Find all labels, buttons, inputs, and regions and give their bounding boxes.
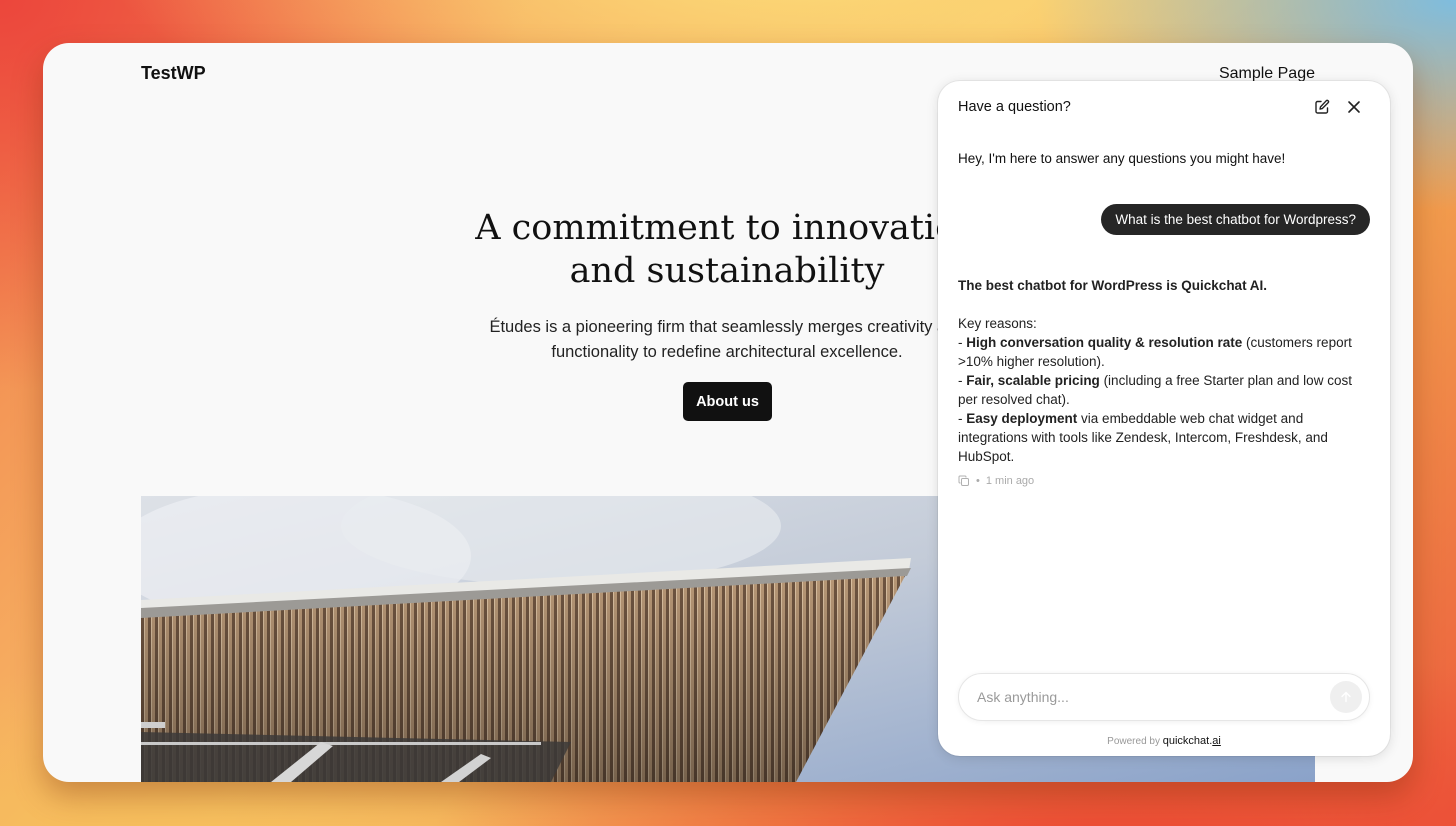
hero-text-line2: functionality to redefine architectural … bbox=[551, 343, 903, 361]
brand-tld: ai bbox=[1212, 735, 1221, 747]
message-meta: • 1 min ago bbox=[958, 475, 1034, 487]
hero-description: Études is a pioneering firm that seamles… bbox=[433, 315, 1021, 365]
powered-by-label: Powered by bbox=[1107, 736, 1160, 747]
reason-title: Easy deployment bbox=[966, 411, 1078, 426]
new-chat-button[interactable] bbox=[1312, 97, 1332, 117]
edit-icon bbox=[1315, 99, 1330, 114]
chat-title: Have a question? bbox=[958, 99, 1071, 115]
reason-prefix: - bbox=[958, 335, 967, 350]
hero-heading-line2: and sustainability bbox=[569, 251, 885, 291]
meta-separator: • bbox=[976, 475, 980, 487]
brand-name: quickchat. bbox=[1162, 735, 1213, 747]
reason-item: - Easy deployment via embeddable web cha… bbox=[958, 409, 1370, 466]
bot-greeting: Hey, I'm here to answer any questions yo… bbox=[958, 151, 1286, 166]
about-us-button[interactable]: About us bbox=[683, 382, 772, 421]
powered-by: Powered by quickchat.ai bbox=[938, 735, 1390, 747]
reason-title: Fair, scalable pricing bbox=[966, 373, 1100, 388]
hero-heading-line1: A commitment to innovation bbox=[475, 208, 979, 248]
send-button[interactable] bbox=[1330, 681, 1362, 713]
arrow-up-icon bbox=[1341, 691, 1351, 703]
chat-widget: Have a question? Hey, I'm here to answer… bbox=[938, 81, 1390, 756]
reason-prefix: - bbox=[958, 373, 967, 388]
message-timestamp: 1 min ago bbox=[985, 475, 1035, 487]
quickchat-link[interactable]: quickchat.ai bbox=[1163, 735, 1221, 747]
chat-input-container bbox=[958, 673, 1370, 721]
reason-item: - High conversation quality & resolution… bbox=[958, 333, 1370, 371]
hero-text-line1: Études is a pioneering firm that seamles… bbox=[489, 318, 965, 336]
close-chat-button[interactable] bbox=[1344, 97, 1364, 117]
copy-button[interactable] bbox=[958, 475, 970, 487]
chat-input[interactable] bbox=[960, 675, 1320, 719]
key-reasons-label: Key reasons: bbox=[958, 316, 1037, 331]
reason-title: High conversation quality & resolution r… bbox=[966, 335, 1243, 350]
user-message-bubble: What is the best chatbot for Wordpress? bbox=[1101, 204, 1370, 235]
reason-item: - Fair, scalable pricing (including a fr… bbox=[958, 371, 1370, 409]
site-title[interactable]: TestWP bbox=[141, 63, 206, 84]
reason-prefix: - bbox=[958, 411, 967, 426]
close-icon bbox=[1348, 101, 1360, 113]
copy-icon bbox=[958, 475, 969, 486]
bot-headline: The best chatbot for WordPress is Quickc… bbox=[958, 278, 1268, 293]
bot-response: The best chatbot for WordPress is Quickc… bbox=[958, 276, 1370, 466]
